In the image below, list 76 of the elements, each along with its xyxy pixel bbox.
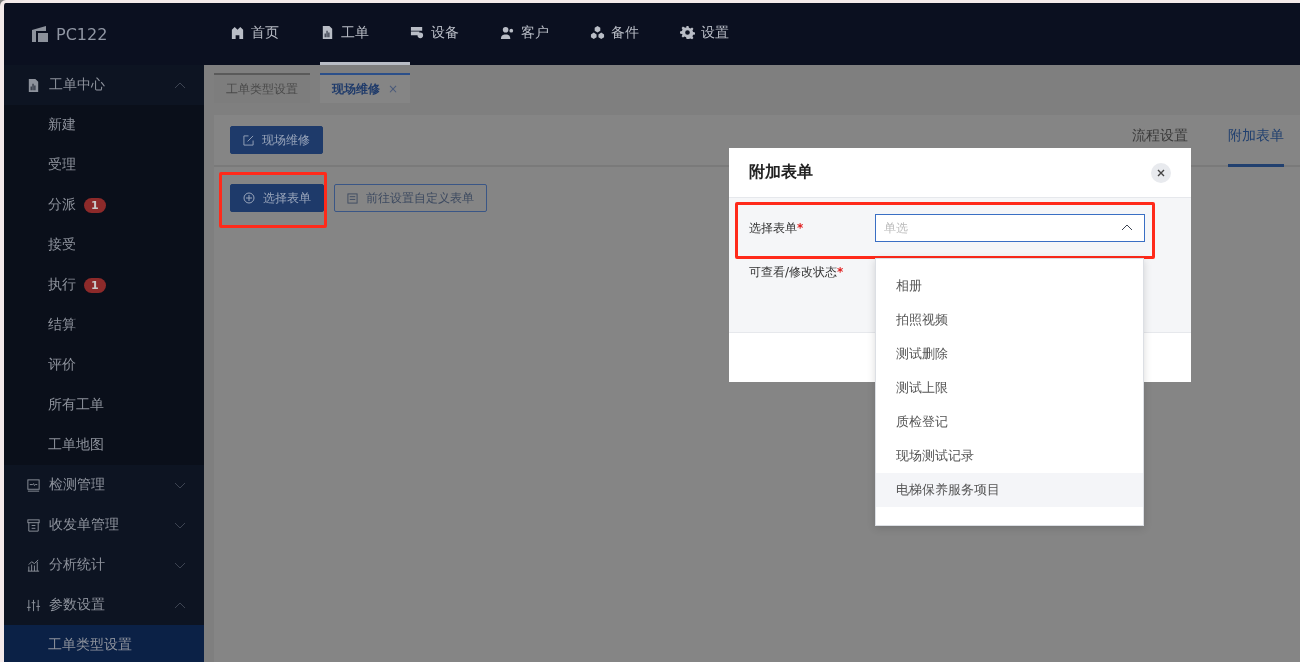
nav-tab[interactable]: 设置 [680, 3, 770, 65]
sidebar-item[interactable]: 接受 [4, 225, 204, 265]
select-field[interactable]: 单选 [875, 214, 1145, 242]
dropdown-option[interactable]: 拍照视频 [876, 303, 1143, 337]
app-logo-text: PC122 [56, 24, 108, 44]
monitor-icon [26, 477, 41, 493]
nav-tab[interactable]: 首页 [230, 3, 320, 65]
document-icon [320, 25, 335, 40]
sidebar-item[interactable]: 所有工单 [4, 385, 204, 425]
form-icon [347, 192, 358, 204]
sidebar-group[interactable]: 检测管理 [4, 465, 204, 505]
field-label: 选择表单* [749, 219, 805, 237]
cubes-icon [590, 25, 605, 40]
sidebar-item[interactable]: 新建 [4, 105, 204, 145]
edit-button[interactable]: 现场维修 [230, 126, 323, 154]
count-badge: 1 [84, 277, 106, 293]
sidebar-item-label: 所有工单 [48, 396, 104, 414]
sidebar-item[interactable]: 工单地图 [4, 425, 204, 465]
nav-tab[interactable]: 客户 [500, 3, 590, 65]
sidebar-group[interactable]: 分析统计 [4, 545, 204, 585]
sidebar-group[interactable]: 工单中心 [4, 65, 204, 105]
chevron-down-icon [174, 481, 186, 489]
sidebar-item[interactable]: 执行 1 [4, 265, 204, 305]
chevron-up-icon [174, 81, 186, 89]
sidebar-group-label: 收发单管理 [49, 516, 120, 534]
nav-tab[interactable]: 工单 [320, 3, 410, 65]
dropdown-option[interactable]: 测试上限 [876, 371, 1143, 405]
count-badge: 1 [84, 197, 106, 213]
sidebar-item-label: 执行 [48, 276, 76, 294]
chart-icon [26, 557, 41, 573]
sidebar-item-label: 新建 [48, 116, 76, 134]
sidebar-group[interactable]: 收发单管理 [4, 505, 204, 545]
sliders-icon [26, 597, 41, 613]
building-icon [230, 25, 245, 40]
sidebar-group-label: 检测管理 [49, 476, 106, 494]
select-form-button[interactable]: 选择表单 [230, 184, 324, 212]
sidebar-item[interactable]: 受理 [4, 145, 204, 185]
sidebar-item-label: 受理 [48, 156, 76, 174]
chevron-up-icon [1121, 224, 1133, 231]
sidebar-item-label: 评价 [48, 356, 76, 374]
chevron-down-icon [174, 521, 186, 529]
nav-tab[interactable]: 设备 [410, 3, 500, 65]
sidebar-item-label: 分派 [48, 196, 76, 214]
sidebar-item-label: 工单类型设置 [48, 636, 132, 654]
users-icon [500, 25, 515, 40]
close-icon [1157, 168, 1165, 177]
dropdown-option[interactable]: 质检登记 [876, 405, 1143, 439]
sidebar-group[interactable]: 参数设置 [4, 585, 204, 625]
logo-icon [30, 24, 50, 44]
sidebar-item[interactable]: 分派 1 [4, 185, 204, 225]
sidebar-group-label: 工单中心 [49, 76, 106, 94]
archive-icon [26, 517, 41, 533]
dropdown-option[interactable]: 测试删除 [876, 337, 1143, 371]
sidebar-item-label: 接受 [48, 236, 76, 254]
nav-tab[interactable]: 备件 [590, 3, 680, 65]
dropdown-option[interactable]: 现场测试记录 [876, 439, 1143, 473]
sidebar-item-label: 工单地图 [48, 436, 104, 454]
sidebar-item-label: 结算 [48, 316, 76, 334]
sidebar-group-label: 参数设置 [49, 596, 106, 614]
sidebar-item[interactable]: 评价 [4, 345, 204, 385]
sidebar-group-label: 分析统计 [49, 556, 106, 574]
page-tab-label: 现场维修 [332, 80, 380, 98]
chevron-up-icon [174, 601, 186, 609]
server-icon [410, 25, 425, 40]
plus-circle-icon [243, 192, 255, 204]
field-label: 可查看/修改状态* [749, 264, 845, 281]
dialog-title: 附加表单 [749, 162, 813, 183]
chevron-down-icon [174, 561, 186, 569]
edit-icon [243, 134, 254, 146]
dropdown-option[interactable]: 相册 [876, 269, 1143, 303]
dropdown-option[interactable]: 电梯保养服务项目 [876, 473, 1143, 507]
sidebar-item[interactable]: 结算 [4, 305, 204, 345]
close-button[interactable] [1151, 162, 1171, 183]
settings-icon [680, 25, 695, 40]
sidebar-item[interactable]: 工单类型设置 [4, 625, 204, 662]
document-icon [26, 77, 41, 93]
